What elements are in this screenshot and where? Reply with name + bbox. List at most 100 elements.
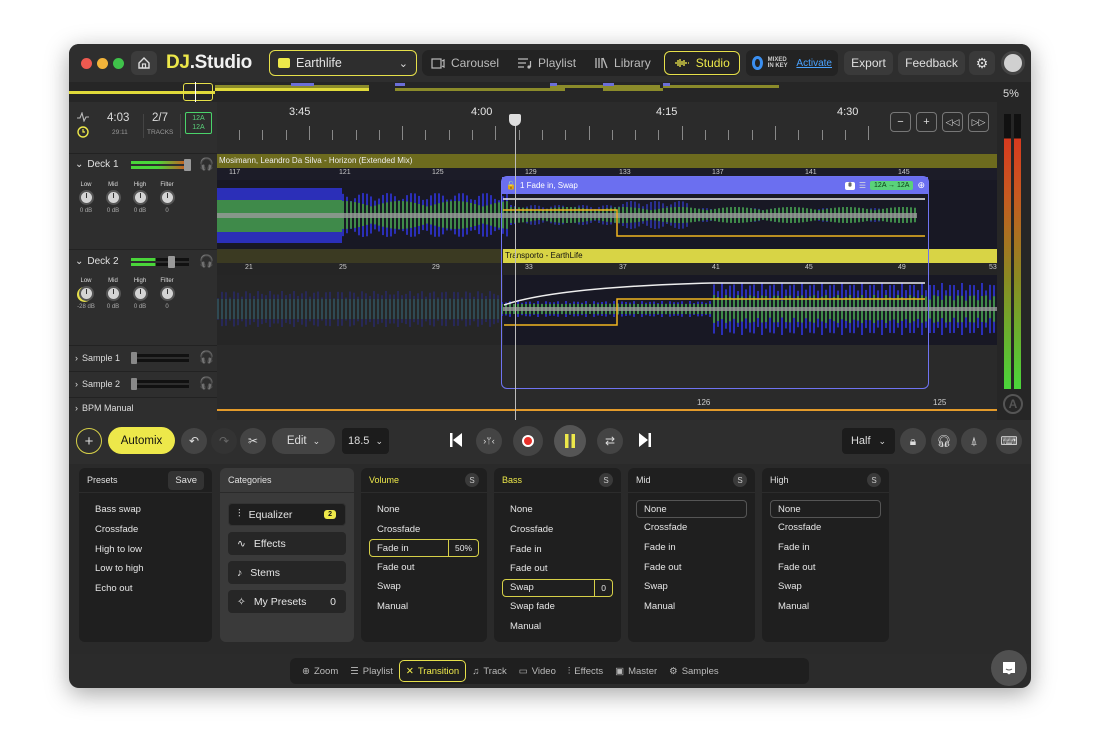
- list-view-toggle[interactable]: ☰: [859, 181, 866, 190]
- minimize-window-button[interactable]: [97, 58, 108, 69]
- deck-2-volume-fader[interactable]: [131, 256, 193, 268]
- bottom-nav-playlist[interactable]: ☰ Playlist: [344, 660, 399, 682]
- pause-button[interactable]: [554, 425, 586, 457]
- bottom-nav-zoom[interactable]: ⊕ Zoom: [296, 660, 344, 682]
- option-item[interactable]: Fade out: [762, 557, 889, 577]
- bottom-nav-effects[interactable]: ⫶ Effects: [562, 660, 609, 682]
- deck-1-volume-fader[interactable]: [131, 159, 193, 171]
- overview-viewport-handle[interactable]: [183, 83, 213, 101]
- option-value[interactable]: 0: [594, 579, 612, 596]
- fast-forward-button[interactable]: ▷▷: [968, 112, 989, 132]
- skip-back-button[interactable]: [450, 433, 462, 447]
- knob-mid[interactable]: Mid 0 dB: [105, 278, 121, 310]
- waveform-view-toggle[interactable]: ⩩: [845, 181, 855, 190]
- nav-library[interactable]: Library: [585, 50, 660, 76]
- fader-handle[interactable]: [184, 159, 191, 171]
- option-item[interactable]: Fade out: [628, 557, 755, 577]
- redo-button[interactable]: ↷: [211, 428, 237, 454]
- option-item[interactable]: None: [494, 500, 621, 520]
- bottom-nav-samples[interactable]: ⚙ Samples: [663, 660, 725, 682]
- nav-carousel[interactable]: Carousel: [422, 50, 508, 76]
- option-item[interactable]: Fade out: [361, 557, 487, 577]
- rewind-button[interactable]: ◁◁: [942, 112, 963, 132]
- chat-support-button[interactable]: [991, 650, 1027, 686]
- project-selector[interactable]: Earthlife ⌄: [269, 50, 417, 76]
- category-effects[interactable]: ∿ Effects: [228, 532, 346, 555]
- option-item[interactable]: Swap: [361, 577, 487, 597]
- preset-item[interactable]: Echo out: [79, 579, 212, 599]
- option-item[interactable]: Swap: [762, 577, 889, 597]
- option-item[interactable]: Crossfade: [494, 520, 621, 540]
- sample-2-row[interactable]: › Sample 2 🎧: [69, 371, 217, 397]
- option-item[interactable]: Swap fade: [494, 597, 621, 617]
- bottom-nav-master[interactable]: ▣ Master: [609, 660, 663, 682]
- option-item[interactable]: None: [361, 500, 487, 520]
- option-item[interactable]: Manual: [628, 597, 755, 617]
- bottom-nav-transition[interactable]: ✕ Transition: [398, 660, 467, 682]
- save-preset-button[interactable]: Save: [168, 470, 204, 490]
- knob-high[interactable]: High 0 dB: [132, 278, 148, 310]
- settings-button[interactable]: ⚙: [969, 51, 995, 75]
- master-volume-knob[interactable]: [1001, 51, 1025, 75]
- loop-button[interactable]: ⇄: [597, 428, 623, 454]
- add-button[interactable]: +: [76, 428, 102, 454]
- skip-forward-button[interactable]: [639, 433, 651, 447]
- preset-item[interactable]: High to low: [79, 539, 212, 559]
- headphones-icon[interactable]: 🎧: [199, 376, 214, 390]
- sample-1-row[interactable]: › Sample 1 🎧: [69, 345, 217, 371]
- solo-button[interactable]: S: [599, 473, 613, 487]
- preset-item[interactable]: Crossfade: [79, 520, 212, 540]
- zoom-out-button[interactable]: −: [890, 112, 911, 132]
- timeline[interactable]: 3:45 4:00 4:15 4:30 − + ◁◁ ▷▷ Mosimann, …: [217, 102, 997, 432]
- option-item[interactable]: Crossfade: [628, 518, 755, 538]
- option-item[interactable]: Manual: [762, 597, 889, 617]
- zoom-in-button[interactable]: +: [916, 112, 937, 132]
- record-button[interactable]: [513, 426, 543, 456]
- feedback-button[interactable]: Feedback: [898, 51, 965, 75]
- bottom-nav-track[interactable]: ♫ Track: [466, 660, 513, 682]
- playhead[interactable]: [515, 114, 516, 432]
- undo-button[interactable]: ↶: [181, 428, 207, 454]
- sample-1-fader[interactable]: [131, 352, 191, 364]
- split-button[interactable]: ✂: [240, 428, 266, 454]
- fader-handle[interactable]: [168, 256, 175, 268]
- headphones-icon[interactable]: 🎧: [199, 157, 214, 171]
- lock-button[interactable]: 🔒︎: [900, 428, 926, 454]
- solo-button[interactable]: S: [733, 473, 747, 487]
- playhead-handle[interactable]: [509, 114, 521, 126]
- option-item[interactable]: None: [770, 500, 881, 518]
- deck-1-toggle[interactable]: ⌄ Deck 1: [75, 159, 119, 170]
- keyboard-shortcuts-button[interactable]: ⌨: [996, 428, 1022, 454]
- mix-overview[interactable]: [69, 82, 1031, 102]
- maximize-window-button[interactable]: [113, 58, 124, 69]
- option-item[interactable]: Swap 0: [502, 578, 613, 597]
- activate-link[interactable]: Activate: [796, 58, 832, 69]
- knob-low[interactable]: Low -28 dB: [77, 278, 95, 310]
- auto-gain-button[interactable]: A: [1003, 394, 1023, 414]
- category-my-presets[interactable]: ✧ My Presets 0: [228, 590, 346, 613]
- fader-handle[interactable]: [131, 352, 137, 364]
- headphones-button[interactable]: 🎧︎: [931, 428, 957, 454]
- option-item[interactable]: Crossfade: [361, 520, 487, 540]
- knob-mid[interactable]: Mid 0 dB: [105, 182, 121, 214]
- category-equalizer[interactable]: ⫶ Equalizer 2: [228, 503, 346, 526]
- export-button[interactable]: Export: [844, 51, 893, 75]
- close-window-button[interactable]: [81, 58, 92, 69]
- zoom-to-transition-icon[interactable]: ⊕: [917, 180, 925, 191]
- headphones-icon[interactable]: 🎧: [199, 350, 214, 364]
- sync-beats-button[interactable]: ›ᛘ‹: [476, 428, 502, 454]
- bpm-line[interactable]: [217, 409, 997, 411]
- deck-2-toggle[interactable]: ⌄ Deck 2: [75, 256, 119, 267]
- category-stems[interactable]: ♪ Stems: [228, 561, 346, 584]
- metronome-button[interactable]: ⍋: [961, 428, 987, 454]
- quantize-dropdown[interactable]: Half ⌄: [842, 428, 895, 454]
- option-item[interactable]: Swap: [628, 577, 755, 597]
- time-ruler[interactable]: 3:45 4:00 4:15 4:30 − + ◁◁ ▷▷: [217, 102, 997, 154]
- solo-button[interactable]: S: [465, 473, 479, 487]
- knob-low[interactable]: Low 0 dB: [78, 182, 94, 214]
- option-item[interactable]: Fade in: [494, 539, 621, 559]
- fader-handle[interactable]: [131, 378, 137, 390]
- automix-button[interactable]: Automix: [108, 427, 175, 454]
- option-item[interactable]: Fade out: [494, 559, 621, 579]
- option-item[interactable]: Manual: [361, 597, 487, 617]
